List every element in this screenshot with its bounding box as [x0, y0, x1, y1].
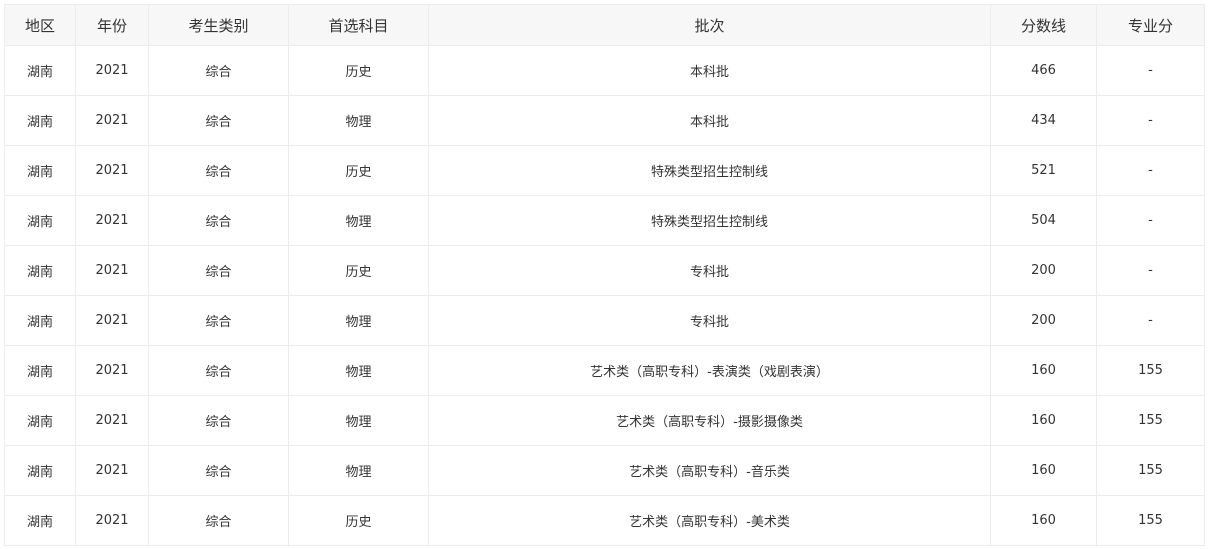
cell-first-subject: 历史: [288, 245, 429, 296]
header-major-score: 专业分: [1096, 4, 1205, 46]
cell-batch: 艺术类（高职专科）-音乐类: [428, 445, 991, 496]
cell-major-score: 155: [1096, 445, 1205, 496]
cell-batch: 本科批: [428, 95, 991, 146]
cell-year: 2021: [75, 295, 149, 346]
cell-region: 湖南: [4, 395, 76, 446]
cell-region: 湖南: [4, 345, 76, 396]
cell-candidate-type: 综合: [148, 495, 289, 546]
cell-score-line: 504: [990, 195, 1097, 246]
cell-region: 湖南: [4, 195, 76, 246]
cell-candidate-type: 综合: [148, 395, 289, 446]
cell-region: 湖南: [4, 495, 76, 546]
cell-batch: 艺术类（高职专科）-美术类: [428, 495, 991, 546]
cell-major-score: 155: [1096, 395, 1205, 446]
cell-batch: 专科批: [428, 295, 991, 346]
cell-first-subject: 物理: [288, 395, 429, 446]
table-row: 湖南 2021 综合 物理 艺术类（高职专科）-摄影摄像类 160 155: [4, 395, 1205, 446]
cell-first-subject: 物理: [288, 295, 429, 346]
cell-year: 2021: [75, 345, 149, 396]
cell-first-subject: 历史: [288, 145, 429, 196]
table-row: 湖南 2021 综合 历史 专科批 200 -: [4, 245, 1205, 296]
cell-year: 2021: [75, 445, 149, 496]
cell-candidate-type: 综合: [148, 345, 289, 396]
table-row: 湖南 2021 综合 历史 特殊类型招生控制线 521 -: [4, 145, 1205, 196]
cell-batch: 特殊类型招生控制线: [428, 145, 991, 196]
cell-candidate-type: 综合: [148, 245, 289, 296]
table-row: 湖南 2021 综合 物理 艺术类（高职专科）-音乐类 160 155: [4, 445, 1205, 496]
cell-score-line: 160: [990, 495, 1097, 546]
table-row: 湖南 2021 综合 物理 本科批 434 -: [4, 95, 1205, 146]
cell-batch: 本科批: [428, 45, 991, 96]
cell-first-subject: 物理: [288, 95, 429, 146]
cell-batch: 特殊类型招生控制线: [428, 195, 991, 246]
cell-year: 2021: [75, 145, 149, 196]
cell-major-score: -: [1096, 145, 1205, 196]
cell-year: 2021: [75, 45, 149, 96]
cell-first-subject: 历史: [288, 495, 429, 546]
table-row: 湖南 2021 综合 历史 艺术类（高职专科）-美术类 160 155: [4, 495, 1205, 546]
cell-first-subject: 历史: [288, 45, 429, 96]
cell-score-line: 434: [990, 95, 1097, 146]
cell-first-subject: 物理: [288, 195, 429, 246]
cell-batch: 专科批: [428, 245, 991, 296]
cell-year: 2021: [75, 195, 149, 246]
header-row: 地区 年份 考生类别 首选科目 批次 分数线 专业分: [4, 4, 1205, 46]
header-region: 地区: [4, 4, 76, 46]
cell-region: 湖南: [4, 245, 76, 296]
cell-score-line: 160: [990, 445, 1097, 496]
cell-region: 湖南: [4, 145, 76, 196]
table-row: 湖南 2021 综合 物理 特殊类型招生控制线 504 -: [4, 195, 1205, 246]
table-header: 地区 年份 考生类别 首选科目 批次 分数线 专业分: [4, 4, 1205, 46]
cell-batch: 艺术类（高职专科）-摄影摄像类: [428, 395, 991, 446]
cell-candidate-type: 综合: [148, 195, 289, 246]
cell-region: 湖南: [4, 295, 76, 346]
cell-candidate-type: 综合: [148, 145, 289, 196]
cell-major-score: 155: [1096, 345, 1205, 396]
cell-region: 湖南: [4, 445, 76, 496]
cell-candidate-type: 综合: [148, 95, 289, 146]
cell-year: 2021: [75, 245, 149, 296]
cell-major-score: -: [1096, 45, 1205, 96]
cell-score-line: 200: [990, 295, 1097, 346]
cell-candidate-type: 综合: [148, 445, 289, 496]
cell-region: 湖南: [4, 95, 76, 146]
header-year: 年份: [75, 4, 149, 46]
cell-score-line: 466: [990, 45, 1097, 96]
cell-batch: 艺术类（高职专科）-表演类（戏剧表演）: [428, 345, 991, 396]
score-table: 地区 年份 考生类别 首选科目 批次 分数线 专业分 湖南 2021 综合 历史…: [4, 4, 1205, 546]
cell-region: 湖南: [4, 45, 76, 96]
header-score-line: 分数线: [990, 4, 1097, 46]
cell-major-score: -: [1096, 95, 1205, 146]
header-candidate-type: 考生类别: [148, 4, 289, 46]
header-batch: 批次: [428, 4, 991, 46]
cell-major-score: 155: [1096, 495, 1205, 546]
cell-year: 2021: [75, 95, 149, 146]
cell-year: 2021: [75, 395, 149, 446]
table-row: 湖南 2021 综合 物理 专科批 200 -: [4, 295, 1205, 346]
cell-score-line: 160: [990, 345, 1097, 396]
header-first-subject: 首选科目: [288, 4, 429, 46]
cell-score-line: 521: [990, 145, 1097, 196]
table-row: 湖南 2021 综合 物理 艺术类（高职专科）-表演类（戏剧表演） 160 15…: [4, 345, 1205, 396]
table-row: 湖南 2021 综合 历史 本科批 466 -: [4, 45, 1205, 96]
cell-major-score: -: [1096, 195, 1205, 246]
table-body: 湖南 2021 综合 历史 本科批 466 - 湖南 2021 综合 物理 本科…: [4, 45, 1205, 546]
cell-first-subject: 物理: [288, 445, 429, 496]
cell-candidate-type: 综合: [148, 295, 289, 346]
cell-candidate-type: 综合: [148, 45, 289, 96]
cell-score-line: 160: [990, 395, 1097, 446]
cell-major-score: -: [1096, 245, 1205, 296]
cell-major-score: -: [1096, 295, 1205, 346]
cell-score-line: 200: [990, 245, 1097, 296]
cell-year: 2021: [75, 495, 149, 546]
cell-first-subject: 物理: [288, 345, 429, 396]
